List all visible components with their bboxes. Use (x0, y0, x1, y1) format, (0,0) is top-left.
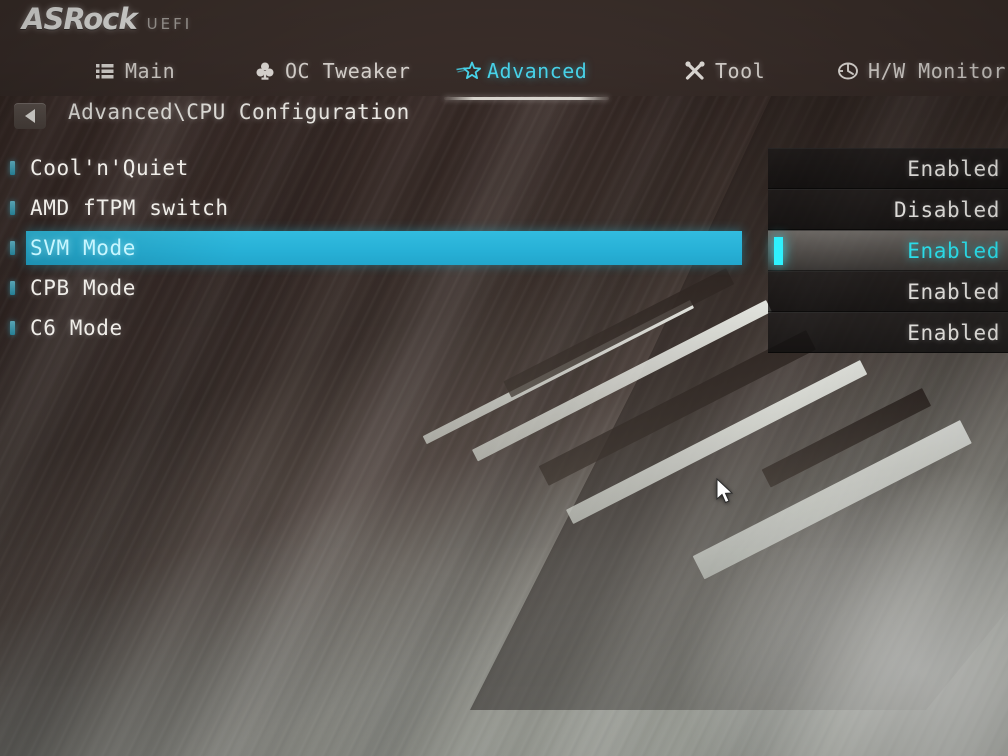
value-accent-bar (774, 237, 783, 265)
bullet-icon (10, 161, 15, 175)
brand-name: ASRock (22, 2, 138, 36)
setting-row-cpb-mode[interactable]: CPB Mode (0, 268, 760, 308)
value-text: Enabled (907, 321, 1000, 345)
main-tab-bar: Main OC Tweaker Advanced Tool H/W Monito… (0, 48, 1008, 100)
value-row-cpb-mode[interactable]: Enabled (768, 271, 1008, 312)
setting-row-c6-mode[interactable]: C6 Mode (0, 308, 760, 348)
header-bar: ASRock UEFI Main OC Tweaker Advanced Too… (0, 0, 1008, 100)
tab-advanced[interactable]: Advanced (444, 54, 610, 100)
tab-main[interactable]: Main (88, 54, 181, 88)
tab-hw-monitor-label: H/W Monitor (868, 59, 1006, 83)
tab-advanced-label: Advanced (487, 59, 588, 83)
breadcrumb: Advanced\CPU Configuration (0, 100, 1008, 140)
value-row-svm-mode[interactable]: Enabled (768, 230, 1008, 271)
breadcrumb-path: Advanced\CPU Configuration (68, 100, 410, 124)
tab-tool[interactable]: Tool (678, 54, 771, 88)
bullet-icon (10, 281, 15, 295)
tab-oc-tweaker[interactable]: OC Tweaker (248, 54, 416, 88)
value-text: Disabled (894, 198, 1000, 222)
setting-label: Cool'n'Quiet (30, 156, 189, 180)
tools-icon (684, 60, 706, 82)
setting-label: CPB Mode (30, 276, 136, 300)
value-text: Enabled (907, 280, 1000, 304)
clover-icon (254, 60, 276, 82)
bullet-icon (10, 321, 15, 335)
setting-label: C6 Mode (30, 316, 123, 340)
tab-hw-monitor[interactable]: H/W Monitor (831, 54, 1008, 88)
gauge-icon (837, 60, 859, 82)
uefi-setup-screen: ASRock UEFI Main OC Tweaker Advanced Too… (0, 0, 1008, 756)
list-icon (94, 60, 116, 82)
star-icon (456, 60, 482, 82)
back-button[interactable] (14, 103, 46, 129)
value-row-coolnquiet[interactable]: Enabled (768, 148, 1008, 189)
setting-row-amd-ftpm-switch[interactable]: AMD fTPM switch (0, 188, 760, 228)
settings-list: Cool'n'Quiet AMD fTPM switch SVM Mode CP… (0, 148, 760, 348)
value-text: Enabled (907, 239, 1000, 263)
value-row-amd-ftpm-switch[interactable]: Disabled (768, 189, 1008, 230)
tab-oc-tweaker-label: OC Tweaker (285, 59, 411, 83)
tab-tool-label: Tool (715, 59, 766, 83)
setting-label: AMD fTPM switch (30, 196, 229, 220)
value-row-c6-mode[interactable]: Enabled (768, 312, 1008, 353)
settings-values-panel: Enabled Disabled Enabled Enabled Enabled (768, 148, 1008, 353)
tab-main-label: Main (125, 59, 176, 83)
setting-row-coolnquiet[interactable]: Cool'n'Quiet (0, 148, 760, 188)
bullet-icon (10, 201, 15, 215)
value-text: Enabled (907, 157, 1000, 181)
setting-label: SVM Mode (30, 236, 136, 260)
bullet-icon (10, 241, 15, 255)
brand-suffix: UEFI (146, 15, 193, 33)
brand-logo: ASRock UEFI (22, 2, 192, 36)
back-arrow-icon (25, 109, 35, 123)
setting-row-svm-mode[interactable]: SVM Mode (0, 228, 760, 268)
